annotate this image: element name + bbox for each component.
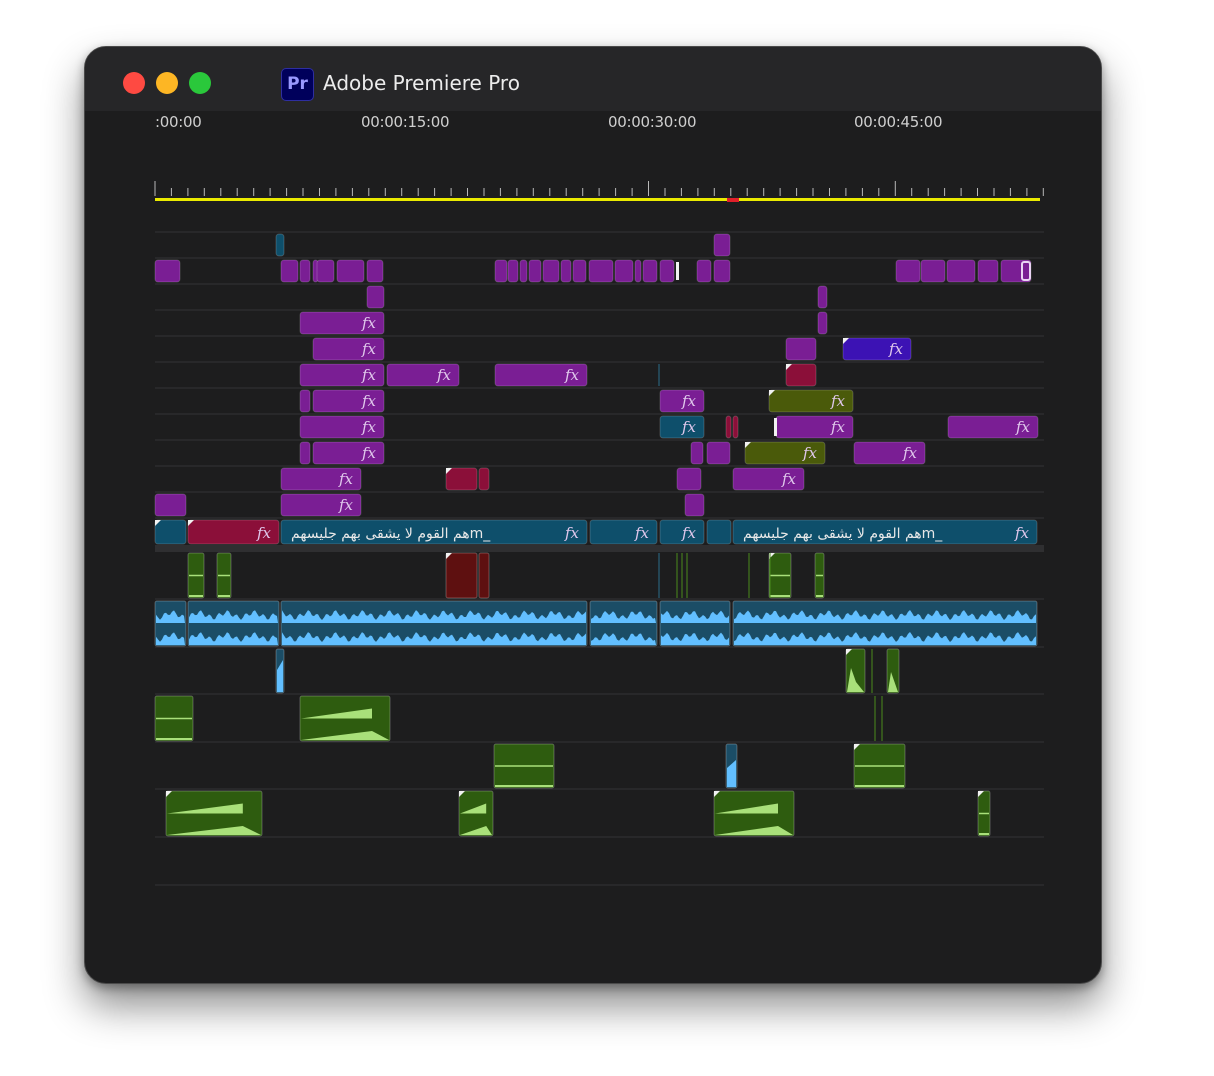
fx-badge: fx: [436, 366, 452, 384]
edit-point: [774, 418, 777, 436]
fx-badge: fx: [564, 524, 580, 542]
video-clip[interactable]: [316, 259, 335, 283]
in-point-marker: [727, 198, 739, 202]
video-clip[interactable]: [542, 259, 560, 283]
video-clip[interactable]: [366, 259, 384, 283]
fx-badge: fx: [361, 340, 377, 358]
fx-badge: fx: [361, 392, 377, 410]
video-clip[interactable]: [817, 311, 828, 335]
video-clip[interactable]: [706, 519, 732, 545]
fx-badge: fx: [1015, 418, 1031, 436]
fx-badge: fx: [830, 392, 846, 410]
video-clip[interactable]: [696, 259, 712, 283]
video-clip[interactable]: [299, 389, 311, 413]
video-clip[interactable]: [478, 467, 490, 491]
video-clip[interactable]: [684, 493, 705, 517]
fx-badge: fx: [361, 314, 377, 332]
fx-badge: fx: [1014, 524, 1030, 542]
fx-badge: fx: [830, 418, 846, 436]
fx-badge: fx: [564, 366, 580, 384]
video-clip[interactable]: [494, 259, 508, 283]
video-clip[interactable]: [706, 441, 731, 465]
fx-badge: fx: [681, 524, 697, 542]
video-clip[interactable]: [519, 259, 528, 283]
video-audio-separator: [155, 545, 1044, 552]
video-clip[interactable]: [1000, 259, 1032, 283]
video-clip[interactable]: [713, 259, 731, 283]
video-clip[interactable]: [588, 259, 614, 283]
fx-badge: fx: [802, 444, 818, 462]
video-clip[interactable]: [676, 467, 702, 491]
video-clip[interactable]: [336, 259, 365, 283]
video-clip[interactable]: [299, 259, 311, 283]
video-clip[interactable]: [634, 259, 642, 283]
video-clip[interactable]: [713, 233, 731, 257]
fx-badge: fx: [781, 470, 797, 488]
video-clip[interactable]: [154, 519, 187, 545]
video-clip[interactable]: [299, 441, 311, 465]
timeline-panel[interactable]: fxfx fxfx fx fxfx fx fxfx fx fx fxfx fx fxfx fxfxfx…: [0, 0, 1214, 1076]
video-clip[interactable]: [366, 285, 385, 309]
video-clip[interactable]: [817, 285, 828, 309]
video-clip[interactable]: [785, 363, 817, 387]
audio-clip[interactable]: [445, 552, 478, 599]
video-clip[interactable]: [659, 259, 675, 283]
video-clip[interactable]: [275, 233, 285, 257]
video-clip[interactable]: [560, 259, 572, 283]
audio-clip[interactable]: [478, 552, 490, 599]
fx-badge: fx: [361, 418, 377, 436]
video-clip[interactable]: [977, 259, 999, 283]
video-clip[interactable]: [445, 467, 478, 491]
video-clip[interactable]: [572, 259, 587, 283]
video-clip[interactable]: [895, 259, 921, 283]
fx-badge: fx: [361, 366, 377, 384]
video-clip[interactable]: [946, 259, 976, 283]
fx-badge: fx: [361, 444, 377, 462]
video-clip[interactable]: [920, 259, 946, 283]
fx-badge: fx: [681, 418, 697, 436]
fx-badge: fx: [902, 444, 918, 462]
caption-text-1: هم القوم لا يشقى بهم جليسهمm_: [291, 526, 491, 542]
fx-badge: fx: [256, 524, 272, 542]
fx-badge: fx: [681, 392, 697, 410]
video-clip[interactable]: [614, 259, 634, 283]
fx-badge: fx: [634, 524, 650, 542]
caption-text-2: هم القوم لا يشقى بهم جليسهمm_: [743, 526, 943, 542]
video-clip[interactable]: [154, 259, 181, 283]
edit-point: [676, 262, 679, 280]
video-clip[interactable]: [280, 259, 299, 283]
fx-badge: fx: [338, 470, 354, 488]
video-clip[interactable]: [507, 259, 519, 283]
work-area-bar[interactable]: [155, 198, 1040, 201]
fx-badge: fx: [338, 496, 354, 514]
video-clip[interactable]: [528, 259, 542, 283]
video-clip[interactable]: [785, 337, 817, 361]
video-clip[interactable]: [725, 415, 732, 439]
video-clip[interactable]: [642, 259, 658, 283]
video-clip[interactable]: [732, 415, 739, 439]
video-clip[interactable]: [690, 441, 704, 465]
video-clip[interactable]: [154, 493, 187, 517]
fx-badge: fx: [888, 340, 904, 358]
